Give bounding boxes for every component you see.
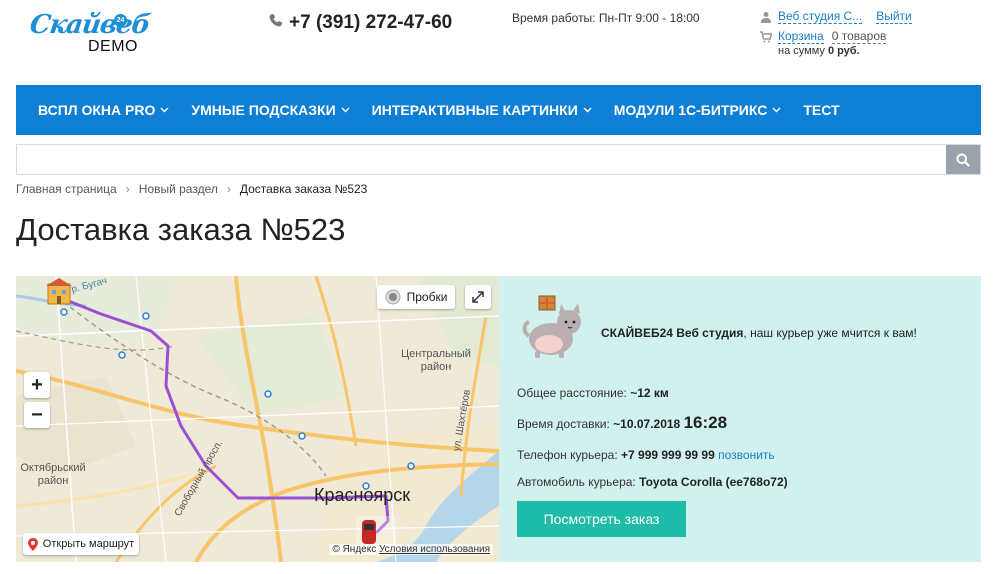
courier-cat-icon — [522, 295, 581, 358]
delivery-map[interactable]: р. Бугач Центральный район Октябрьский р… — [16, 276, 499, 562]
nav-item-label: ИНТЕРАКТИВНЫЕ КАРТИНКИ — [371, 102, 578, 118]
zoom-out-button[interactable]: − — [24, 402, 50, 428]
courier-phone-label: Телефон курьера: — [517, 448, 618, 462]
chevron-down-icon — [772, 107, 781, 113]
breadcrumb-current: Доставка заказа №523 — [239, 182, 368, 196]
cart-sum: на сумму 0 руб. — [778, 45, 860, 57]
courier-message: СКАЙВЕБ24 Веб студия, наш курьер уже мчи… — [601, 326, 917, 340]
cart-area: Корзина 0 товаров — [760, 30, 887, 44]
nav-item-label: УМНЫЕ ПОДСКАЗКИ — [191, 102, 336, 118]
user-area: Веб студия С... Выйти — [760, 10, 912, 24]
search-bar — [16, 144, 981, 175]
header-phone[interactable]: +7 (391) 272-47-60 — [268, 12, 452, 34]
logo-script-text: Скайвеб — [27, 10, 152, 40]
cart-sum-prefix: на сумму — [778, 45, 825, 57]
cart-link[interactable]: Корзина — [778, 30, 824, 44]
traffic-button[interactable]: Пробки — [377, 285, 455, 309]
view-order-button[interactable]: Посмотреть заказ — [517, 501, 686, 537]
phone-number: +7 (391) 272-47-60 — [289, 12, 453, 33]
breadcrumb-separator: › — [226, 182, 231, 196]
logo-demo-text: DEMO — [88, 38, 138, 55]
cart-sum-value: 0 руб. — [827, 45, 860, 57]
traffic-icon — [385, 289, 401, 305]
nav-item-label: ТЕСТ — [803, 102, 840, 118]
delivery-time-value: 16:28 — [683, 413, 728, 432]
working-hours: Время работы: Пн-Пт 9:00 - 18:00 — [512, 11, 700, 25]
chevron-down-icon — [160, 107, 169, 113]
courier-phone-row: Телефон курьера: +7 999 999 99 99 позвон… — [517, 448, 775, 462]
nav-item-test[interactable]: ТЕСТ — [803, 102, 839, 118]
map-label-city: Красноярск — [314, 485, 411, 505]
map-canvas — [16, 276, 499, 562]
map-label-central-district: Центральный район — [401, 348, 471, 373]
zoom-out-icon: − — [31, 403, 43, 426]
company-name: СКАЙВЕБ24 Веб студия — [601, 326, 744, 340]
chevron-down-icon — [341, 107, 350, 113]
map-label-oktyabr-district: Октябрьский район — [20, 462, 86, 487]
map-terms-link[interactable]: Условия использования — [379, 544, 490, 555]
breadcrumb-home[interactable]: Главная страница — [16, 182, 117, 196]
call-courier-link[interactable]: позвонить — [718, 448, 775, 462]
yandex-copyright: © Яндекс — [332, 544, 377, 555]
user-name-link[interactable]: Веб студия С... — [778, 10, 863, 24]
breadcrumb: Главная страница › Новый раздел › Достав… — [16, 182, 367, 196]
map-copyright: © Яндекс Условия использования — [329, 544, 493, 555]
nav-item-bitrix-modules[interactable]: МОДУЛИ 1С-БИТРИКС — [614, 102, 782, 118]
location-pin-icon — [27, 537, 38, 551]
logo-badge: 24 — [114, 14, 127, 27]
cart-count[interactable]: 0 товаров — [831, 30, 887, 44]
nav-item-label: МОДУЛИ 1С-БИТРИКС — [613, 102, 768, 118]
courier-message-text: , наш курьер уже мчится к вам! — [743, 326, 917, 340]
cart-icon — [760, 31, 772, 43]
zoom-in-icon: + — [31, 373, 43, 396]
breadcrumb-separator: › — [125, 182, 130, 196]
nav-item-smart-hints[interactable]: УМНЫЕ ПОДСКАЗКИ — [191, 102, 350, 118]
fullscreen-button[interactable] — [465, 285, 491, 309]
courier-phone-value: +7 999 999 99 99 — [621, 448, 715, 462]
logout-link[interactable]: Выйти — [876, 10, 912, 24]
search-input[interactable] — [17, 145, 946, 174]
delivery-time-row: Время доставки: ~10.07.2018 16:28 — [517, 413, 727, 433]
traffic-label: Пробки — [406, 290, 448, 304]
open-route-label: Открыть маршрут — [42, 538, 135, 550]
site-logo[interactable]: Скайвеб 24 DEMO — [28, 10, 152, 56]
delivery-time-label: Время доставки: — [517, 417, 610, 431]
search-icon — [956, 153, 970, 167]
user-icon — [761, 12, 771, 23]
distance-row: Общее расстояние: ~12 км — [517, 386, 669, 400]
phone-icon — [268, 12, 283, 34]
main-nav: ВСПЛ ОКНА PRO УМНЫЕ ПОДСКАЗКИ ИНТЕРАКТИВ… — [16, 85, 981, 135]
expand-icon — [472, 291, 484, 303]
courier-car-value: Toyota Corolla (ее768о72) — [639, 475, 788, 489]
distance-value: ~12 км — [630, 386, 669, 400]
delivery-info-panel: СКАЙВЕБ24 Веб студия, наш курьер уже мчи… — [499, 276, 981, 562]
nav-item-interactive-images[interactable]: ИНТЕРАКТИВНЫЕ КАРТИНКИ — [372, 102, 592, 118]
zoom-in-button[interactable]: + — [24, 372, 50, 398]
page-title: Доставка заказа №523 — [16, 212, 346, 247]
delivery-date: ~10.07.2018 — [613, 417, 681, 431]
chevron-down-icon — [583, 107, 592, 113]
breadcrumb-section[interactable]: Новый раздел — [139, 182, 218, 196]
courier-car-row: Автомобиль курьера: Toyota Corolla (ее76… — [517, 475, 788, 489]
distance-label: Общее расстояние: — [517, 386, 627, 400]
nav-item-label: ВСПЛ ОКНА PRO — [38, 102, 156, 118]
open-route-button[interactable]: Открыть маршрут — [23, 533, 139, 555]
courier-car-label: Автомобиль курьера: — [517, 475, 636, 489]
nav-item-vspl-okna[interactable]: ВСПЛ ОКНА PRO — [38, 102, 169, 118]
search-button[interactable] — [946, 145, 980, 174]
